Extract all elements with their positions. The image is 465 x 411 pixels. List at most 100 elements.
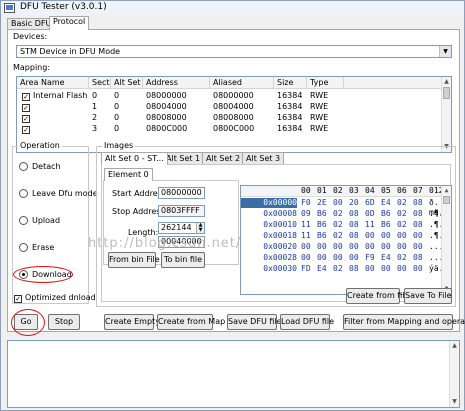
create-empty-button[interactable]: Create Empty: [104, 314, 160, 330]
radio-icon[interactable]: [19, 216, 28, 225]
hex-byte[interactable]: FD: [301, 264, 311, 274]
hex-byte[interactable]: 00: [365, 264, 375, 274]
hex-byte[interactable]: 02: [397, 220, 407, 230]
hex-byte[interactable]: 02: [333, 209, 343, 219]
hex-byte[interactable]: B6: [317, 220, 327, 230]
scroll-up-icon[interactable]: ▲: [442, 186, 451, 195]
hex-byte[interactable]: 00: [349, 253, 359, 263]
radio-erase[interactable]: Erase: [19, 243, 54, 252]
hex-byte[interactable]: 11: [365, 220, 375, 230]
hex-byte[interactable]: 2E: [317, 198, 327, 208]
col-size[interactable]: Size: [274, 77, 307, 89]
hex-byte[interactable]: E4: [381, 198, 391, 208]
hex-byte[interactable]: 00: [397, 264, 407, 274]
hex-byte[interactable]: 00: [397, 242, 407, 252]
chevron-down-icon[interactable]: ▼: [439, 46, 451, 57]
from-bin-file-button[interactable]: From bin File: [108, 252, 160, 268]
hex-byte[interactable]: 02: [397, 253, 407, 263]
radio-upload[interactable]: Upload: [19, 216, 60, 225]
col-alt-set[interactable]: Alt Set: [111, 77, 143, 89]
tab-alt-set-0[interactable]: Alt Set 0 - ST...: [101, 152, 168, 165]
optimized-dnload-checkbox[interactable]: ✓ Optimized dnload: [14, 293, 96, 303]
create-from-map-button[interactable]: Create from Map: [157, 314, 225, 330]
hex-byte[interactable]: 00: [333, 242, 343, 252]
hex-viewer[interactable]: 0001020304050607 01234567 0x00000F02E002…: [240, 185, 452, 295]
start-address-field[interactable]: 08000000: [158, 187, 205, 199]
load-dfu-file-button[interactable]: Load DFU file: [280, 314, 334, 330]
filter-from-mapping-button[interactable]: Filter from Mapping and operation: [343, 314, 465, 330]
hex-row[interactable]: 0x00030FDE4020800000000ýä......: [241, 264, 451, 274]
hex-scrollbar[interactable]: ▲ ▼: [441, 186, 451, 294]
row-checkbox[interactable]: ✓: [22, 126, 30, 134]
hex-byte[interactable]: B6: [381, 209, 391, 219]
hex-byte[interactable]: F9: [365, 253, 375, 263]
hex-row[interactable]: 0x0002800000000F9E40208....ùä..: [241, 253, 451, 263]
hex-byte[interactable]: B6: [317, 209, 327, 219]
scroll-down-icon[interactable]: ▼: [450, 397, 459, 406]
hex-byte[interactable]: 02: [397, 209, 407, 219]
hex-row[interactable]: 0x0001011B6020811B60208.¶...¶..: [241, 220, 451, 230]
hex-byte[interactable]: 00: [413, 242, 423, 252]
hex-byte[interactable]: 00: [381, 264, 391, 274]
tab-alt-set-2[interactable]: Alt Set 2: [202, 152, 245, 164]
hex-byte[interactable]: 00: [333, 198, 343, 208]
row-checkbox[interactable]: ✓: [22, 104, 30, 112]
hex-byte[interactable]: 00: [333, 253, 343, 263]
hex-row[interactable]: 0x00000 F0 2E 00 20 6D E4 02 08 ð. mä..: [241, 198, 448, 217]
hex-byte[interactable]: B6: [317, 231, 327, 241]
hex-byte[interactable]: 00: [365, 242, 375, 252]
hex-byte[interactable]: 00: [413, 231, 423, 241]
hex-byte[interactable]: 00: [413, 264, 423, 274]
save-to-file-button[interactable]: Save To File: [404, 288, 452, 304]
hex-byte[interactable]: 08: [349, 209, 359, 219]
row-checkbox[interactable]: ✓: [22, 93, 30, 101]
save-dfu-file-button[interactable]: Save DFU file: [227, 314, 282, 330]
tab-element-0[interactable]: Element 0: [104, 168, 153, 181]
col-area-name[interactable]: Area Name: [17, 77, 89, 89]
checkbox-checked-icon[interactable]: ✓: [14, 295, 22, 303]
tab-alt-set-3[interactable]: Alt Set 3: [242, 152, 285, 164]
mapping-scrollbar[interactable]: ▲ ▼: [441, 77, 451, 152]
devices-select[interactable]: STM Device in DFU Mode ▼: [16, 45, 452, 58]
hex-byte[interactable]: 00: [317, 253, 327, 263]
hex-byte[interactable]: 08: [349, 220, 359, 230]
hex-byte[interactable]: 02: [397, 198, 407, 208]
hex-byte[interactable]: 02: [333, 231, 343, 241]
row-checkbox[interactable]: ✓: [22, 115, 30, 123]
log-scrollbar[interactable]: ▲ ▼: [449, 341, 459, 407]
hex-byte[interactable]: 09: [301, 209, 311, 219]
col-aliased[interactable]: Aliased: [210, 77, 274, 89]
hex-byte[interactable]: B6: [381, 220, 391, 230]
hex-byte[interactable]: 08: [413, 253, 423, 263]
hex-byte[interactable]: 0D: [365, 209, 375, 219]
scroll-thumb[interactable]: [443, 196, 450, 204]
hex-byte[interactable]: 00: [381, 231, 391, 241]
hex-byte[interactable]: 08: [349, 231, 359, 241]
hex-byte[interactable]: 00: [365, 231, 375, 241]
create-from-file-button[interactable]: Create from file: [346, 288, 409, 304]
tab-alt-set-1[interactable]: Alt Set 1: [162, 152, 205, 164]
hex-row[interactable]: 0x0001811B6020800000000.¶......: [241, 231, 451, 241]
radio-detach[interactable]: Detach: [19, 162, 61, 171]
hex-byte[interactable]: 08: [413, 198, 423, 208]
mapping-table[interactable]: Area Name Sect Alt Set Address Aliased S…: [16, 76, 452, 153]
table-row[interactable]: ✓ 1 0 08004000 08004000 16384 RWE: [17, 101, 441, 112]
hex-byte[interactable]: E4: [381, 253, 391, 263]
hex-byte[interactable]: 6D: [365, 198, 375, 208]
col-type[interactable]: Type: [307, 77, 344, 89]
hex-byte[interactable]: 00: [397, 231, 407, 241]
col-sect[interactable]: Sect: [89, 77, 111, 89]
hex-byte[interactable]: 00: [301, 242, 311, 252]
scroll-thumb[interactable]: [443, 87, 450, 99]
col-address[interactable]: Address: [143, 77, 210, 89]
table-row[interactable]: ✓ 2 0 08008000 08008000 16384 RWE: [17, 112, 441, 123]
length-field[interactable]: 262144 ▲ ▼: [158, 222, 205, 234]
to-bin-file-button[interactable]: To bin file: [161, 252, 205, 268]
hex-byte[interactable]: 08: [413, 209, 423, 219]
radio-leave-dfu[interactable]: Leave Dfu mode: [19, 189, 98, 198]
spin-updown-icon[interactable]: ▲ ▼: [196, 223, 204, 233]
radio-icon[interactable]: [19, 243, 28, 252]
hex-byte[interactable]: 00: [349, 242, 359, 252]
hex-byte[interactable]: 20: [349, 198, 359, 208]
hex-byte[interactable]: E4: [317, 264, 327, 274]
